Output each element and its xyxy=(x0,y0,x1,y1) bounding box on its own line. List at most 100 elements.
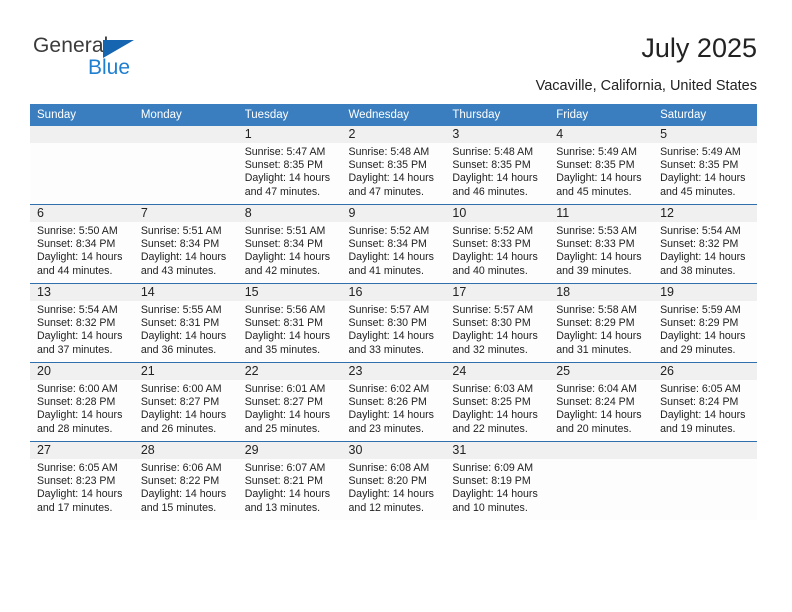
calendar-day-cell[interactable]: 9 Sunrise: 5:52 AM Sunset: 8:34 PM Daylight… xyxy=(341,204,446,284)
calendar-day-cell[interactable]: 8 Sunrise: 5:51 AM Sunset: 8:34 PM Daylight… xyxy=(237,204,342,284)
day-number: 1 xyxy=(237,126,342,143)
calendar-day-cell[interactable]: 14 Sunrise: 5:55 AM Sunset: 8:31 PM Dayligh… xyxy=(133,283,238,363)
calendar-day-cell[interactable]: 29 Sunrise: 6:07 AM Sunset: 8:21 PM Dayligh… xyxy=(237,441,342,520)
sunrise-text: Sunrise: 5:57 AM xyxy=(452,304,534,316)
calendar-day-cell[interactable]: 18 Sunrise: 5:58 AM Sunset: 8:29 PM Dayligh… xyxy=(549,283,654,363)
day-number: 18 xyxy=(549,284,654,301)
calendar-day-cell[interactable]: 15 Sunrise: 5:56 AM Sunset: 8:31 PM Dayligh… xyxy=(237,283,342,363)
calendar-day-cell[interactable]: 22 Sunrise: 6:01 AM Sunset: 8:27 PM Dayligh… xyxy=(237,362,342,442)
sunset-text: Sunset: 8:35 PM xyxy=(452,159,531,172)
daylight-text-line1: Daylight: 14 hours xyxy=(452,172,538,185)
sunrise-text: Sunrise: 6:01 AM xyxy=(244,383,326,395)
calendar-day-cell[interactable]: 19 Sunrise: 5:59 AM Sunset: 8:29 PM Dayligh… xyxy=(653,283,757,363)
day-number xyxy=(30,126,134,143)
calendar-day-cell[interactable]: 6 Sunrise: 5:50 AM Sunset: 8:34 PM Daylight… xyxy=(30,204,134,284)
calendar-day-cell[interactable]: 25 Sunrise: 6:04 AM Sunset: 8:24 PM Dayligh… xyxy=(549,362,654,442)
daylight-text-line1: Daylight: 14 hours xyxy=(140,251,227,264)
calendar-day-cell[interactable]: 21 Sunrise: 6:00 AM Sunset: 8:27 PM Dayligh… xyxy=(133,362,238,442)
sunrise-text: Sunrise: 6:00 AM xyxy=(140,383,222,395)
calendar-day-cell[interactable]: 31 Sunrise: 6:09 AM Sunset: 8:19 PM Dayligh… xyxy=(445,441,550,520)
calendar-day-cell[interactable]: 3 Sunrise: 5:48 AM Sunset: 8:35 PM Daylight… xyxy=(445,126,550,205)
calendar-day-cell[interactable]: 24 Sunrise: 6:03 AM Sunset: 8:25 PM Dayligh… xyxy=(445,362,550,442)
calendar-day-cell[interactable] xyxy=(653,441,757,520)
calendar-day-cell[interactable]: 26 Sunrise: 6:05 AM Sunset: 8:24 PM Dayligh… xyxy=(653,362,757,442)
calendar-grid: Sunday Monday Tuesday Wednesday Thursday… xyxy=(30,104,757,520)
sunset-text: Sunset: 8:19 PM xyxy=(452,475,531,488)
day-number: 5 xyxy=(653,126,757,143)
calendar-day-cell[interactable]: 7 Sunrise: 5:51 AM Sunset: 8:34 PM Daylight… xyxy=(133,204,238,284)
daylight-text-line2: and 44 minutes. xyxy=(37,264,113,277)
sunrise-text: Sunrise: 6:08 AM xyxy=(348,462,430,474)
calendar-day-cell[interactable]: 20 Sunrise: 6:00 AM Sunset: 8:28 PM Dayligh… xyxy=(30,362,134,442)
day-number: 30 xyxy=(341,442,446,459)
sunset-text: Sunset: 8:29 PM xyxy=(556,317,635,330)
daylight-text-line2: and 45 minutes. xyxy=(660,185,736,198)
calendar-day-cell[interactable] xyxy=(30,126,134,205)
daylight-text-line1: Daylight: 14 hours xyxy=(660,172,746,185)
calendar-day-cell[interactable]: 4 Sunrise: 5:49 AM Sunset: 8:35 PM Daylight… xyxy=(549,126,654,205)
brand-logo[interactable]: General Blue xyxy=(33,34,223,82)
calendar-day-cell[interactable]: 12 Sunrise: 5:54 AM Sunset: 8:32 PM Dayligh… xyxy=(653,204,757,284)
daylight-text-line1: Daylight: 14 hours xyxy=(556,251,642,264)
day-number: 11 xyxy=(549,205,654,222)
sunrise-text: Sunrise: 6:06 AM xyxy=(140,462,222,474)
calendar-day-cell[interactable]: 11 Sunrise: 5:53 AM Sunset: 8:33 PM Dayligh… xyxy=(549,204,654,284)
day-details: Sunrise: 5:57 AM Sunset: 8:30 PM Daylight:… xyxy=(445,301,549,357)
calendar-day-cell[interactable]: 28 Sunrise: 6:06 AM Sunset: 8:22 PM Dayligh… xyxy=(133,441,238,520)
day-details: Sunrise: 6:07 AM Sunset: 8:21 PM Daylight:… xyxy=(238,459,342,515)
daylight-text-line2: and 13 minutes. xyxy=(244,501,321,514)
day-details: Sunrise: 5:48 AM Sunset: 8:35 PM Daylight:… xyxy=(342,143,446,199)
calendar-day-cell[interactable]: 10 Sunrise: 5:52 AM Sunset: 8:33 PM Dayligh… xyxy=(445,204,550,284)
day-details: Sunrise: 6:06 AM Sunset: 8:22 PM Daylight:… xyxy=(134,459,238,515)
daylight-text-line2: and 29 minutes. xyxy=(660,343,736,356)
daylight-text-line2: and 42 minutes. xyxy=(244,264,321,277)
day-number: 8 xyxy=(237,205,342,222)
calendar-day-cell[interactable] xyxy=(549,441,654,520)
weekday-header-tuesday: Tuesday xyxy=(237,104,342,126)
calendar-header-row: Sunday Monday Tuesday Wednesday Thursday… xyxy=(30,104,757,126)
daylight-text-line2: and 15 minutes. xyxy=(140,501,217,514)
sunrise-text: Sunrise: 5:59 AM xyxy=(660,304,741,316)
weekday-header-thursday: Thursday xyxy=(445,104,550,126)
day-number: 4 xyxy=(549,126,654,143)
day-number xyxy=(133,126,238,143)
daylight-text-line2: and 20 minutes. xyxy=(556,422,632,435)
daylight-text-line1: Daylight: 14 hours xyxy=(660,330,746,343)
calendar-day-cell[interactable]: 27 Sunrise: 6:05 AM Sunset: 8:23 PM Dayligh… xyxy=(30,441,134,520)
sunrise-text: Sunrise: 5:50 AM xyxy=(37,225,118,237)
daylight-text-line2: and 47 minutes. xyxy=(244,185,321,198)
calendar-day-cell[interactable]: 23 Sunrise: 6:02 AM Sunset: 8:26 PM Dayligh… xyxy=(341,362,446,442)
day-details: Sunrise: 5:49 AM Sunset: 8:35 PM Daylight:… xyxy=(653,143,757,199)
calendar-day-cell[interactable]: 2 Sunrise: 5:48 AM Sunset: 8:35 PM Daylight… xyxy=(341,126,446,205)
calendar-day-cell[interactable]: 1 Sunrise: 5:47 AM Sunset: 8:35 PM Daylight… xyxy=(237,126,342,205)
calendar-day-cell[interactable]: 30 Sunrise: 6:08 AM Sunset: 8:20 PM Dayligh… xyxy=(341,441,446,520)
day-details: Sunrise: 6:01 AM Sunset: 8:27 PM Daylight:… xyxy=(238,380,342,436)
day-details: Sunrise: 5:56 AM Sunset: 8:31 PM Daylight:… xyxy=(238,301,342,357)
calendar-day-cell[interactable]: 16 Sunrise: 5:57 AM Sunset: 8:30 PM Dayligh… xyxy=(341,283,446,363)
day-details: Sunrise: 5:52 AM Sunset: 8:34 PM Daylight:… xyxy=(342,222,446,278)
day-details: Sunrise: 5:48 AM Sunset: 8:35 PM Daylight:… xyxy=(445,143,549,199)
daylight-text-line2: and 46 minutes. xyxy=(452,185,528,198)
calendar-day-cell[interactable]: 5 Sunrise: 5:49 AM Sunset: 8:35 PM Daylight… xyxy=(653,126,757,205)
brand-name-general: General xyxy=(33,34,109,57)
daylight-text-line2: and 26 minutes. xyxy=(140,422,217,435)
day-details: Sunrise: 5:52 AM Sunset: 8:33 PM Daylight:… xyxy=(445,222,549,278)
day-number: 23 xyxy=(341,363,446,380)
calendar-day-cell[interactable]: 13 Sunrise: 5:54 AM Sunset: 8:32 PM Dayligh… xyxy=(30,283,134,363)
daylight-text-line2: and 22 minutes. xyxy=(452,422,528,435)
sunrise-text: Sunrise: 5:51 AM xyxy=(140,225,222,237)
day-details: Sunrise: 5:54 AM Sunset: 8:32 PM Daylight:… xyxy=(30,301,134,357)
calendar-day-cell[interactable]: 17 Sunrise: 5:57 AM Sunset: 8:30 PM Dayligh… xyxy=(445,283,550,363)
calendar-week-row: 20 Sunrise: 6:00 AM Sunset: 8:28 PM Dayligh… xyxy=(30,362,757,442)
daylight-text-line2: and 28 minutes. xyxy=(37,422,113,435)
calendar-week-row: 6 Sunrise: 5:50 AM Sunset: 8:34 PM Daylight… xyxy=(30,204,757,284)
day-number: 24 xyxy=(445,363,550,380)
sunset-text: Sunset: 8:35 PM xyxy=(244,159,324,172)
sunrise-text: Sunrise: 5:55 AM xyxy=(140,304,222,316)
sunset-text: Sunset: 8:22 PM xyxy=(140,475,220,488)
calendar-day-cell[interactable] xyxy=(133,126,238,205)
weekday-header-sunday: Sunday xyxy=(30,104,134,126)
daylight-text-line1: Daylight: 14 hours xyxy=(348,488,434,501)
daylight-text-line1: Daylight: 14 hours xyxy=(556,172,642,185)
sunrise-text: Sunrise: 5:47 AM xyxy=(244,146,326,158)
